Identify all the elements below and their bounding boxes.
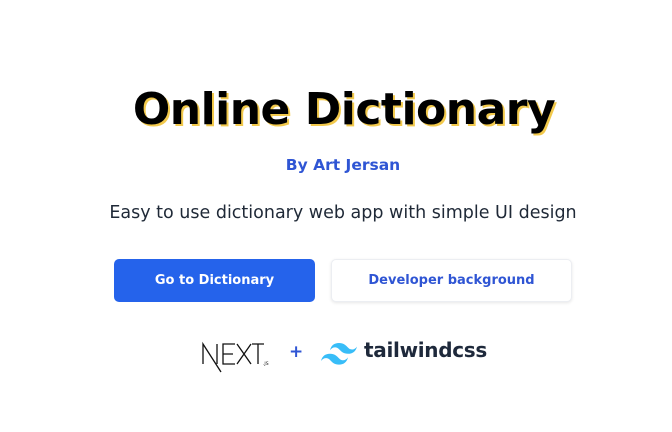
- author-credit: By Art Jersan: [285, 156, 401, 174]
- tagline: Easy to use dictionary web app with simp…: [109, 203, 577, 223]
- tailwindcss-label: tailwindcss: [364, 338, 488, 362]
- page-title: Online Dictionary: [132, 84, 556, 135]
- landing-page: Online Dictionary By Art Jersan Easy to …: [0, 0, 672, 432]
- plus-separator: +: [289, 342, 304, 362]
- tailwind-wave-icon: [321, 343, 357, 365]
- go-to-dictionary-button[interactable]: Go to Dictionary: [114, 259, 315, 302]
- developer-background-button[interactable]: Developer background: [331, 259, 572, 302]
- tech-stack-logos: .JS + tailwindcss: [0, 336, 672, 376]
- nextjs-logo: .JS: [202, 341, 269, 373]
- svg-text:.JS: .JS: [263, 361, 269, 367]
